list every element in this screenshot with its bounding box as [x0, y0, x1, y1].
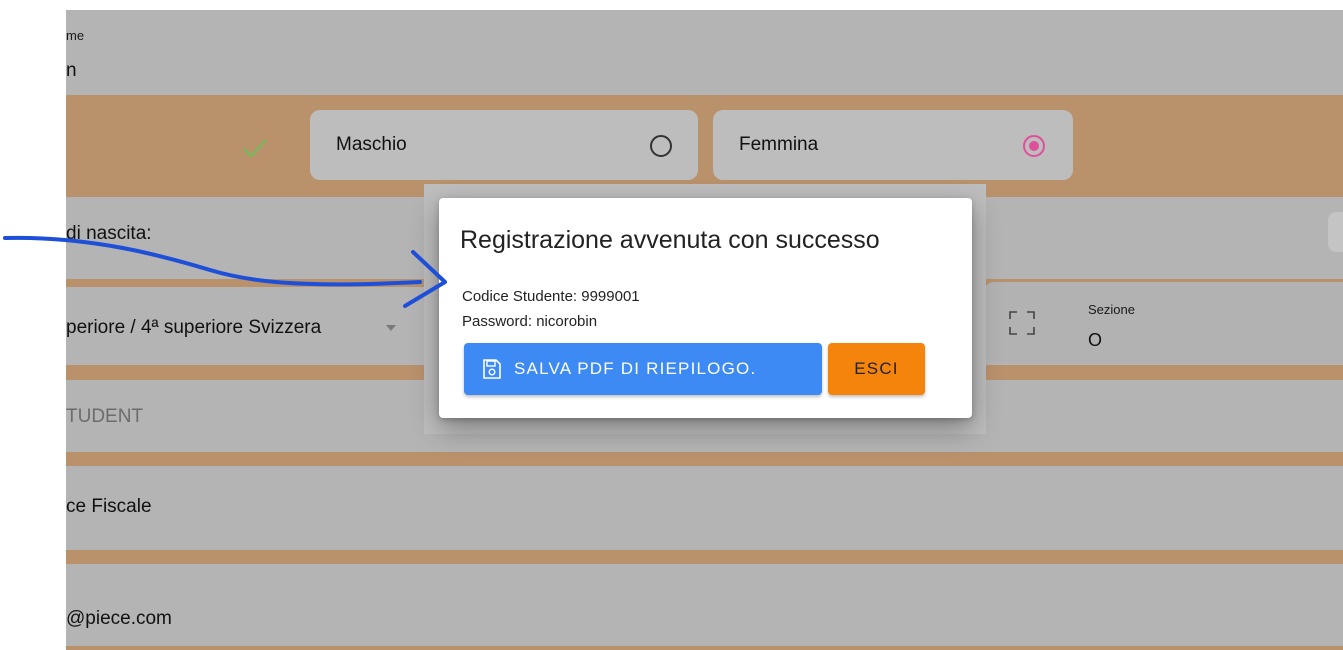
name-field-label: me [66, 28, 85, 43]
exit-button-label: ESCI [854, 359, 899, 378]
section-field-value: O [1088, 330, 1103, 350]
fiscal-code-field[interactable]: ce Fiscale [66, 466, 1343, 550]
birth-date-picker-button[interactable] [1328, 212, 1343, 252]
annotation-arrow [3, 235, 447, 308]
floppy-disk-icon [482, 358, 502, 380]
student-code-text: Codice Studente: 9999001 [462, 288, 640, 305]
student-type-value: TUDENT [66, 406, 144, 427]
section-field[interactable]: Sezione O [984, 282, 1343, 362]
check-icon [238, 135, 272, 166]
school-select-value: periore / 4ª superiore Svizzera [66, 317, 322, 338]
password-text: Password: nicorobin [462, 313, 598, 330]
radio-female-label: Femmina [739, 134, 819, 155]
radio-female[interactable]: Femmina [713, 110, 1073, 180]
email-field-value: @piece.com [66, 608, 172, 629]
dialog-title: Registrazione avvenuta con successo [460, 226, 880, 254]
radio-unchecked-icon [650, 135, 672, 157]
separator [66, 452, 1343, 466]
fullscreen-icon [1008, 310, 1036, 341]
name-field-value: n [66, 60, 77, 81]
save-pdf-button-label: SALVA PDF DI RIEPILOGO. [514, 359, 757, 378]
caret-down-icon [386, 325, 396, 331]
name-field[interactable]: me n [66, 10, 1343, 95]
save-pdf-button[interactable]: SALVA PDF DI RIEPILOGO. [464, 343, 822, 395]
radio-male-label: Maschio [336, 134, 407, 155]
section-field-label: Sezione [1088, 302, 1135, 317]
exit-button[interactable]: ESCI [828, 343, 925, 395]
radio-checked-icon [1023, 135, 1045, 157]
separator [66, 550, 1343, 564]
radio-male[interactable]: Maschio [310, 110, 698, 180]
separator [66, 646, 1343, 650]
email-field[interactable]: @piece.com [66, 564, 1343, 650]
success-dialog: Registrazione avvenuta con successo Codi… [439, 198, 972, 418]
fiscal-code-label: ce Fiscale [66, 496, 152, 517]
